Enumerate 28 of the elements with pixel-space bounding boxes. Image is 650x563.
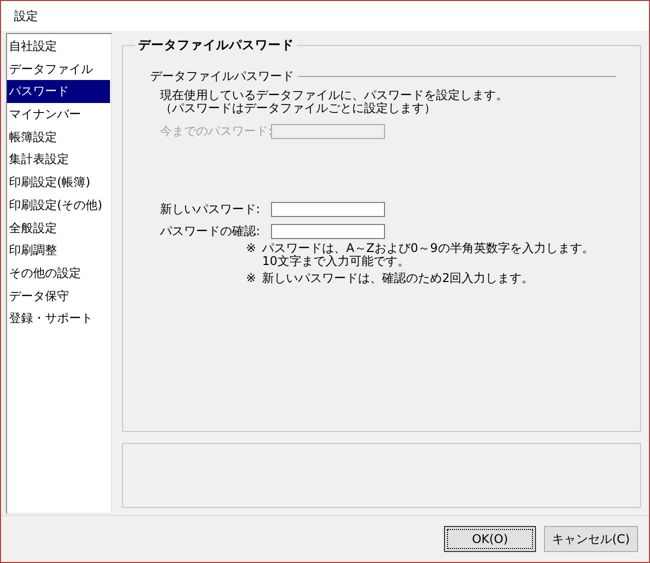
password-field[interactable] xyxy=(271,224,385,238)
sidebar-item[interactable]: 帳簿設定 xyxy=(7,126,111,148)
cancel-button[interactable]: キャンセル(C) xyxy=(544,526,638,552)
sidebar-item[interactable]: 印刷設定(帳簿) xyxy=(7,171,111,194)
note-mark: ※ xyxy=(246,272,256,285)
sidebar-item[interactable]: 登録・サポート xyxy=(7,307,111,330)
sidebar-item[interactable]: データファイル xyxy=(7,58,111,80)
field-label: 今までのパスワード: xyxy=(160,122,271,140)
field-label: パスワードの確認: xyxy=(160,222,262,240)
subgroup-title: データファイルパスワード xyxy=(150,68,294,85)
password-field[interactable] xyxy=(271,202,385,216)
description-text: 現在使用しているデータファイルに、パスワードを設定します。 （パスワードはデータファイルごとに設定します） xyxy=(160,89,509,115)
sidebar-item[interactable]: 印刷設定(その他) xyxy=(7,194,111,216)
note-text: 新しいパスワードは、確認のため2回入力します。 xyxy=(262,272,534,285)
window-title: 設定 xyxy=(14,8,38,24)
sidebar-item[interactable]: データ保守 xyxy=(7,284,111,308)
sidebar-item[interactable]: 集計表設定 xyxy=(7,148,111,172)
field-label: 新しいパスワード: xyxy=(160,200,262,218)
sidebar-item[interactable]: 全般設定 xyxy=(7,216,111,240)
sidebar-item[interactable]: マイナンバー xyxy=(7,103,111,126)
sidebar-item[interactable]: その他の設定 xyxy=(7,262,111,285)
ok-button[interactable]: OK(O) xyxy=(444,526,536,552)
note-mark: ※ xyxy=(246,242,256,257)
sidebar-item[interactable]: パスワード xyxy=(7,80,110,104)
note-text: パスワードは、A～Zおよび0～9の半角英数字を入力します。 10文字まで入力可能です。 xyxy=(262,242,594,268)
sidebar-item[interactable]: 印刷調整 xyxy=(7,239,111,262)
sidebar-item[interactable]: 自社設定 xyxy=(7,35,111,58)
group-title: データファイルパスワード xyxy=(135,37,297,54)
